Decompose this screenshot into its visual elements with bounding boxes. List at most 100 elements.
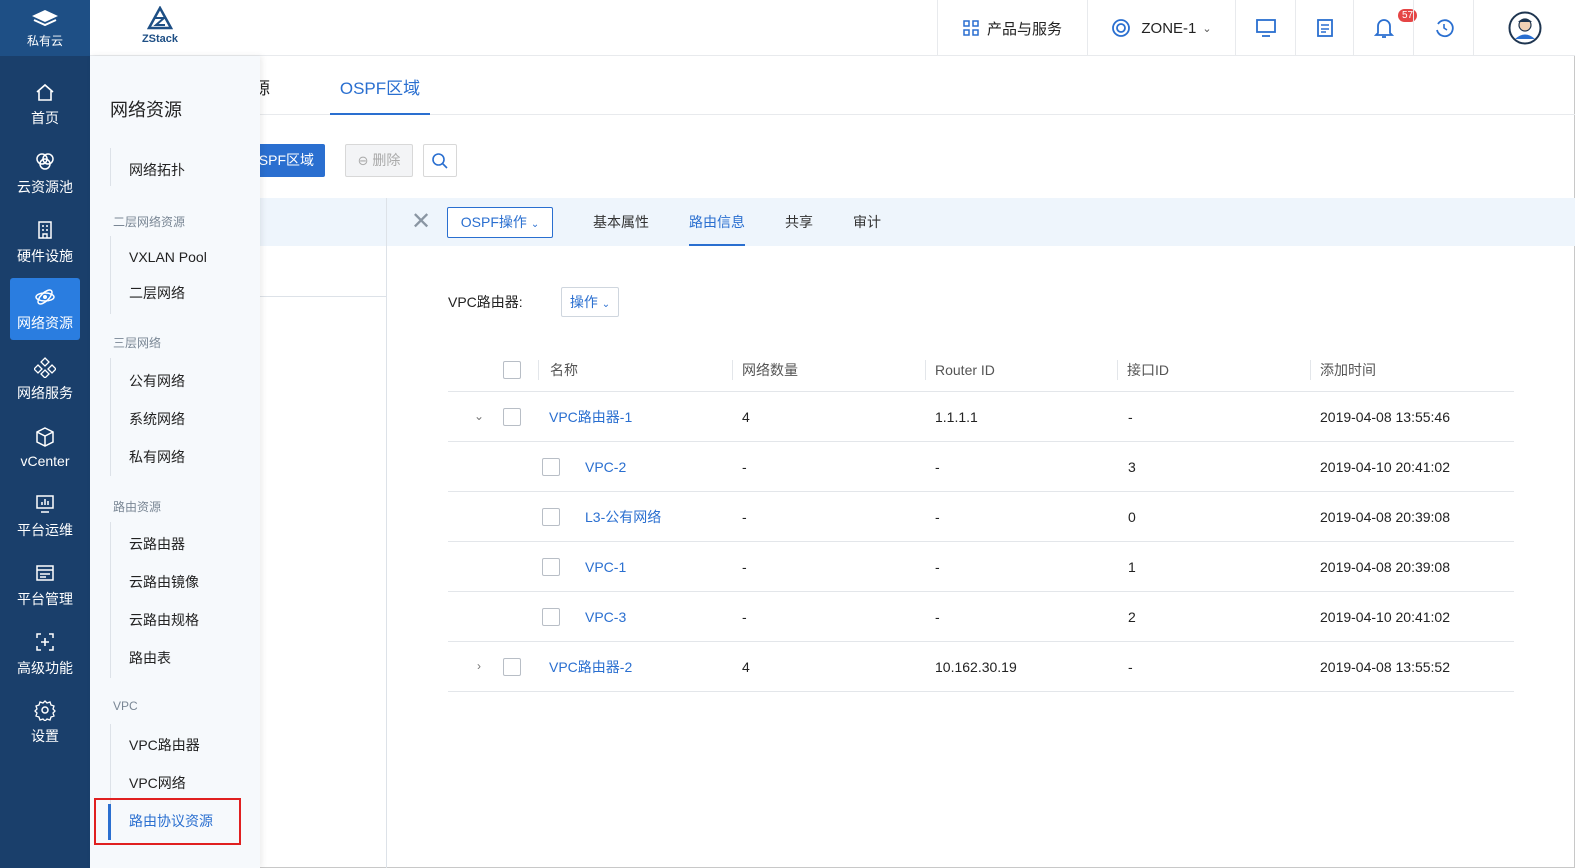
top-header: ZStack 产品与服务 ZONE-1 ⌄ 57 xyxy=(90,0,1575,56)
nav-item-vpc-network[interactable]: VPC网络 xyxy=(129,773,186,793)
user-menu[interactable] xyxy=(1473,0,1575,56)
close-icon[interactable]: ✕ xyxy=(411,210,431,234)
history-button[interactable] xyxy=(1413,0,1473,56)
expand-chevron-icon[interactable]: › xyxy=(472,659,486,673)
nav-item-route-table[interactable]: 路由表 xyxy=(129,648,171,668)
chevron-down-icon: ⌄ xyxy=(601,299,611,310)
nav-item-system-network[interactable]: 系统网络 xyxy=(129,409,185,429)
delete-button[interactable]: ⊖ 删除 xyxy=(345,144,413,177)
rail-item-9[interactable]: 设置 xyxy=(10,691,80,753)
row-checkbox[interactable] xyxy=(542,558,560,576)
zone-icon xyxy=(1112,19,1131,37)
rail-item-1[interactable]: 云资源池 xyxy=(10,142,80,204)
network-name-link[interactable]: VPC-1 xyxy=(585,542,626,592)
collapse-chevron-icon[interactable]: ⌄ xyxy=(472,409,486,423)
col-added-time[interactable]: 添加时间 xyxy=(1320,346,1376,392)
row-checkbox[interactable] xyxy=(542,608,560,626)
zone-label: ZONE-1 xyxy=(1141,19,1197,37)
tab-route-info[interactable]: 路由信息 xyxy=(689,198,745,246)
home-icon xyxy=(36,83,54,101)
added-time: 2019-04-08 20:39:08 xyxy=(1320,559,1450,575)
tab-sharing[interactable]: 共享 xyxy=(785,198,813,246)
rail-item-4[interactable]: 网络服务 xyxy=(10,348,80,410)
nav-item-vrouter-image[interactable]: 云路由镜像 xyxy=(129,572,199,592)
rail-item-7[interactable]: 平台管理 xyxy=(10,554,80,616)
nav-section-title: VPC xyxy=(113,699,138,713)
column-divider xyxy=(925,360,926,380)
tab-ospf-area[interactable]: OSPF区域(1) xyxy=(330,57,430,162)
table-row[interactable]: VPC-2 - - 3 2019-04-10 20:41:02 xyxy=(448,442,1514,492)
network-resources-flyout: 网络资源 网络拓扑 二层网络资源 VXLAN Pool 二层网络 三层网络 公有… xyxy=(90,56,260,868)
table-row[interactable]: › VPC路由器-2 4 10.162.30.19 - 2019-04-08 1… xyxy=(448,642,1514,692)
added-time: 2019-04-08 13:55:46 xyxy=(1320,409,1450,425)
products-services-button[interactable]: 产品与服务 xyxy=(937,0,1087,56)
network-name-link[interactable]: VPC-2 xyxy=(585,442,626,492)
table-row[interactable]: VPC-3 - - 2 2019-04-10 20:41:02 xyxy=(448,592,1514,642)
network-count: - xyxy=(742,559,747,575)
col-router-id[interactable]: Router ID xyxy=(935,346,995,392)
network-name-link[interactable]: VPC-3 xyxy=(585,592,626,642)
action-dropdown[interactable]: 操作 ⌄ xyxy=(561,287,619,317)
nav-item-vpc-router[interactable]: VPC路由器 xyxy=(129,735,200,755)
nav-item-topology[interactable]: 网络拓扑 xyxy=(129,160,185,180)
rail-item-3[interactable]: 网络资源 xyxy=(10,278,80,340)
search-button[interactable] xyxy=(423,144,457,177)
zone-selector[interactable]: ZONE-1 ⌄ xyxy=(1087,0,1235,56)
notifications-button[interactable]: 57 xyxy=(1353,0,1418,56)
table-row[interactable]: L3-公有网络 - - 0 2019-04-08 20:39:08 xyxy=(448,492,1514,542)
rail-item-2[interactable]: 硬件设施 xyxy=(10,211,80,273)
console-button[interactable] xyxy=(1235,0,1295,56)
private-cloud-switch[interactable]: 私有云 xyxy=(0,0,90,56)
nav-item-vrouter-offering[interactable]: 云路由规格 xyxy=(129,610,199,630)
network-name-link[interactable]: L3-公有网络 xyxy=(585,492,661,542)
route-info-table: 名称 网络数量 Router ID 接口ID 添加时间 ⌄ VPC路由器-1 4… xyxy=(448,346,1514,692)
rail-item-6[interactable]: 平台运维 xyxy=(10,485,80,547)
list-panel-header xyxy=(240,198,387,246)
docs-button[interactable] xyxy=(1295,0,1353,56)
nav-item-public-network[interactable]: 公有网络 xyxy=(129,371,185,391)
zstack-logo[interactable]: ZStack xyxy=(134,6,186,45)
col-network-count[interactable]: 网络数量 xyxy=(742,346,798,392)
added-time: 2019-04-08 20:39:08 xyxy=(1320,509,1450,525)
table-row[interactable]: VPC-1 - - 1 2019-04-08 20:39:08 xyxy=(448,542,1514,592)
nav-guide-line xyxy=(110,148,111,186)
select-all-checkbox[interactable] xyxy=(503,361,521,379)
router-name-link[interactable]: VPC路由器-2 xyxy=(549,642,632,692)
rail-item-label: 平台运维 xyxy=(17,521,73,538)
gear-icon xyxy=(34,699,56,721)
nav-item-vxlan-pool[interactable]: VXLAN Pool xyxy=(129,247,207,267)
window-icon xyxy=(36,564,54,581)
table-header: 名称 网络数量 Router ID 接口ID 添加时间 xyxy=(448,346,1514,392)
router-id: - xyxy=(935,559,940,575)
ospf-action-button[interactable]: OSPF操作 ⌄ xyxy=(447,207,553,238)
delete-label: 删除 xyxy=(372,152,401,168)
flyout-title: 网络资源 xyxy=(110,100,182,120)
column-divider xyxy=(538,360,539,380)
tab-audit[interactable]: 审计 xyxy=(853,198,881,246)
rail-item-0[interactable]: 首页 xyxy=(10,73,80,135)
nav-item-l2-network[interactable]: 二层网络 xyxy=(129,283,185,303)
rail-item-label: 设置 xyxy=(31,727,59,744)
rail-item-label: 硬件设施 xyxy=(17,247,73,264)
row-checkbox[interactable] xyxy=(542,508,560,526)
nav-item-private-network[interactable]: 私有网络 xyxy=(129,447,185,467)
resource-pool-icon xyxy=(36,152,54,170)
row-checkbox[interactable] xyxy=(542,458,560,476)
main-rail: 私有云 首页云资源池硬件设施网络资源网络服务 vCenter 平台运维平台管理高级功… xyxy=(0,0,90,868)
col-name[interactable]: 名称 xyxy=(550,346,578,392)
router-name-link[interactable]: VPC路由器-1 xyxy=(549,392,632,442)
row-checkbox[interactable] xyxy=(503,658,521,676)
network-count: 4 xyxy=(742,409,750,425)
table-row[interactable]: ⌄ VPC路由器-1 4 1.1.1.1 - 2019-04-08 13:55:… xyxy=(448,392,1514,442)
col-interface-id[interactable]: 接口ID xyxy=(1127,346,1169,392)
rail-item-8[interactable]: 高级功能 xyxy=(10,623,80,685)
tab-basic-properties[interactable]: 基本属性 xyxy=(593,198,649,246)
rail-item-label: 网络服务 xyxy=(17,384,73,401)
row-checkbox[interactable] xyxy=(503,408,521,426)
avatar xyxy=(1508,11,1541,45)
interface-id: 3 xyxy=(1128,459,1136,475)
nav-item-vrouter[interactable]: 云路由器 xyxy=(129,534,185,554)
action-label: 操作 xyxy=(569,294,598,310)
rail-item-5[interactable]: vCenter xyxy=(10,416,80,478)
panel-divider xyxy=(386,198,387,868)
